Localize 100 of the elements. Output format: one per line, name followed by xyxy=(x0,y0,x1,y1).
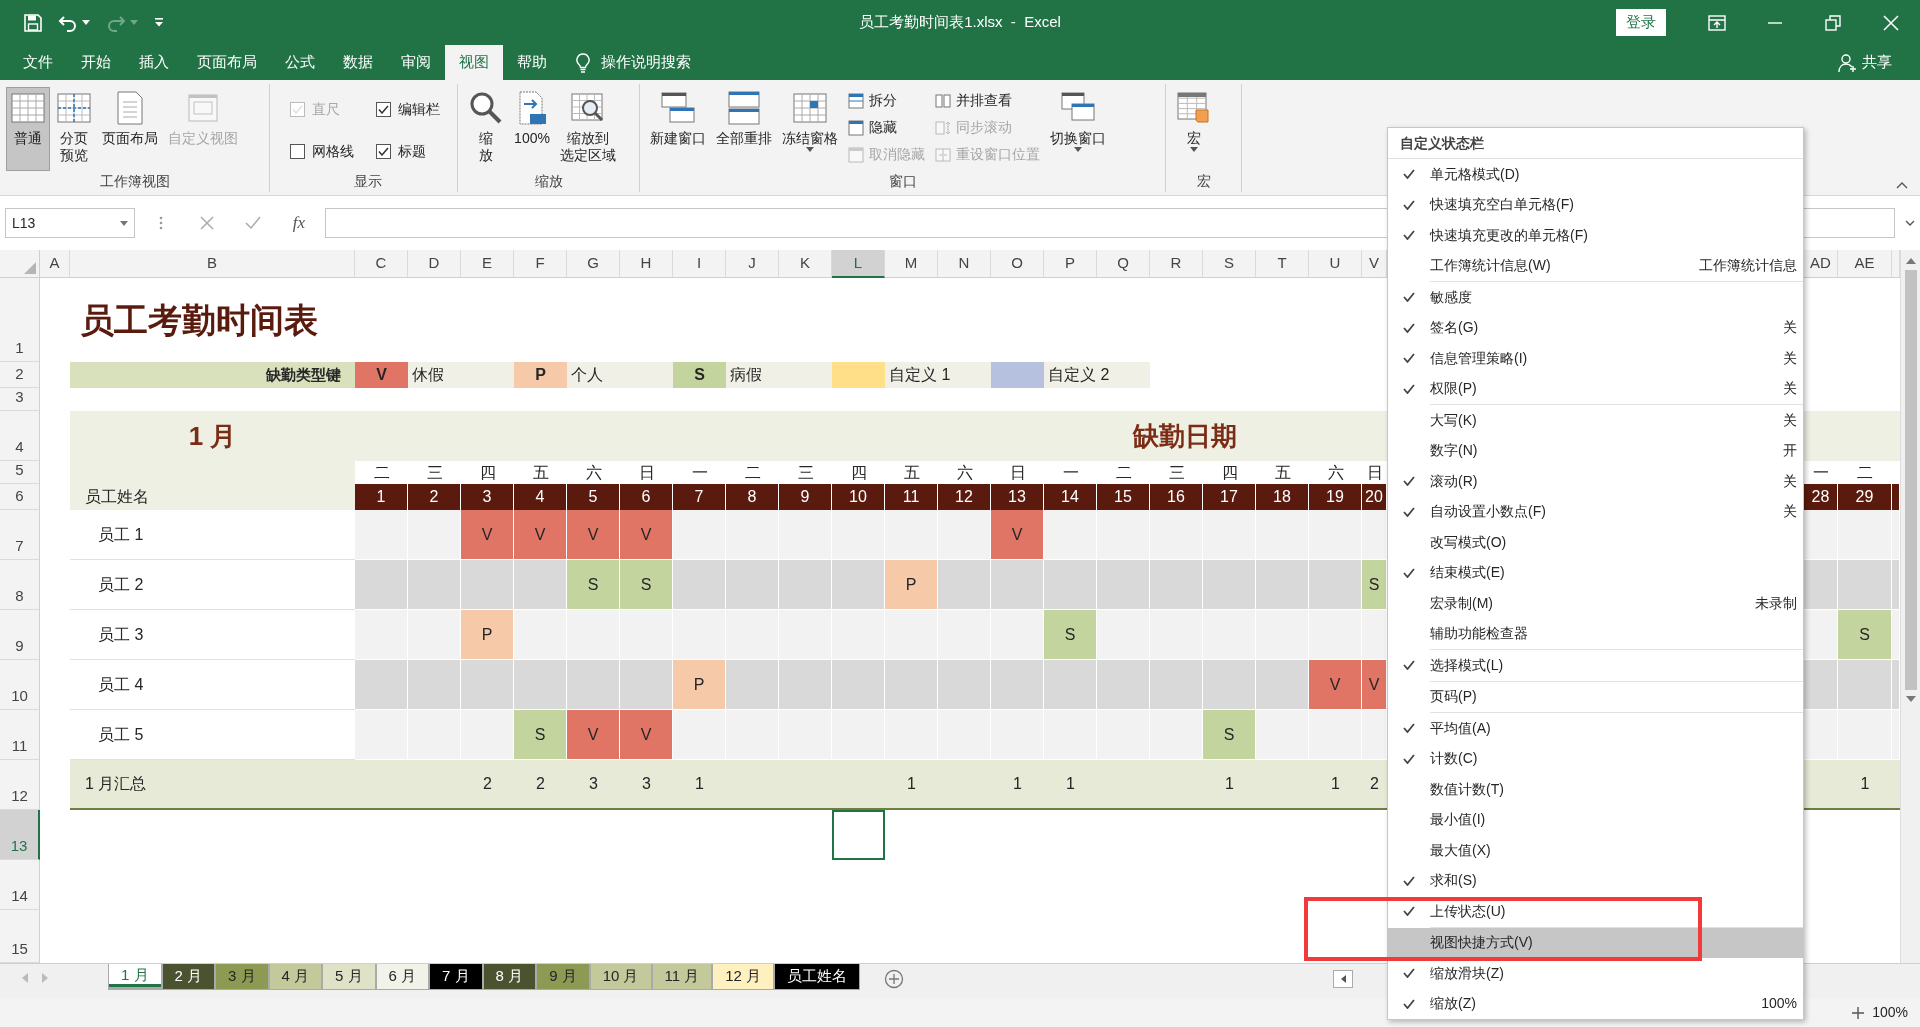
expand-icon[interactable] xyxy=(1905,220,1915,226)
caret-icon[interactable] xyxy=(806,146,814,152)
column-header[interactable]: B xyxy=(70,250,355,278)
column-header[interactable]: Q xyxy=(1097,250,1150,278)
sign-in-button[interactable]: 登录 xyxy=(1616,9,1666,36)
row-header[interactable]: 12 xyxy=(0,760,40,810)
caret-icon[interactable] xyxy=(120,220,128,226)
ribbon-display-icon[interactable] xyxy=(1708,13,1726,32)
menu-item[interactable]: 辅助功能检查器 xyxy=(1388,618,1803,649)
menu-item[interactable]: 结束模式(E) xyxy=(1388,557,1803,588)
sheet-tab[interactable]: 1 月 xyxy=(108,964,162,990)
ribbon-button[interactable]: 分页 预览 xyxy=(52,87,96,171)
ribbon-button[interactable]: 页面布局 xyxy=(98,87,162,171)
ribbon-tab[interactable]: 文件 xyxy=(9,45,67,80)
menu-item[interactable]: 最大值(X) xyxy=(1388,835,1803,866)
menu-item[interactable]: 缩放滑块(Z) xyxy=(1388,958,1803,989)
row-header[interactable]: 13 xyxy=(0,810,40,860)
menu-item[interactable]: 求和(S) xyxy=(1388,865,1803,896)
column-header[interactable]: H xyxy=(620,250,673,278)
row-header[interactable]: 9 xyxy=(0,610,40,660)
menu-item[interactable]: 滚动(R) 关 xyxy=(1388,466,1803,497)
menu-item[interactable]: 宏录制(M) 未录制 xyxy=(1388,588,1803,619)
name-box[interactable]: L13 xyxy=(5,208,135,238)
column-header[interactable]: R xyxy=(1150,250,1203,278)
collapse-icon[interactable] xyxy=(1896,181,1908,189)
sheet-tab[interactable]: 6 月 xyxy=(375,964,430,990)
sheet-tab[interactable]: 10 月 xyxy=(589,964,652,990)
menu-item[interactable]: 敏感度 xyxy=(1388,282,1803,313)
menu-item[interactable]: 数字(N) 开 xyxy=(1388,435,1803,466)
column-header[interactable]: M xyxy=(885,250,938,278)
column-header[interactable]: I xyxy=(673,250,726,278)
zoom-in-icon[interactable] xyxy=(1852,1006,1865,1019)
ribbon-tab[interactable]: 审阅 xyxy=(387,45,445,80)
ribbon-tab[interactable]: 公式 xyxy=(271,45,329,80)
scrollbar-thumb[interactable] xyxy=(1904,270,1917,690)
menu-item[interactable]: 选择模式(L) xyxy=(1388,650,1803,681)
restore-icon[interactable] xyxy=(1824,13,1842,32)
caret-icon[interactable] xyxy=(1074,146,1082,152)
menu-item[interactable]: 工作簿统计信息(W) 工作簿统计信息 xyxy=(1388,250,1803,281)
close-icon[interactable] xyxy=(1882,13,1900,32)
menu-item[interactable]: 权限(P) 关 xyxy=(1388,373,1803,404)
sheet-tab[interactable]: 9 月 xyxy=(536,964,590,990)
save-icon[interactable] xyxy=(24,13,42,32)
row-header[interactable]: 3 xyxy=(0,388,40,411)
column-header[interactable]: K xyxy=(779,250,832,278)
column-header[interactable]: AD xyxy=(1804,250,1838,278)
add-sheet-icon[interactable] xyxy=(884,969,905,990)
caret-icon[interactable] xyxy=(82,20,90,25)
checkbox[interactable]: 网格线 xyxy=(284,131,360,171)
checkbox[interactable]: 标题 xyxy=(370,131,446,171)
sheet-tab[interactable]: 11 月 xyxy=(651,964,713,990)
ribbon-button[interactable]: 宏 xyxy=(1172,87,1216,171)
ribbon-button[interactable]: 隐藏 xyxy=(844,114,929,141)
menu-item[interactable]: 改写模式(O) xyxy=(1388,527,1803,558)
column-header[interactable]: AE xyxy=(1838,250,1892,278)
ribbon-tab[interactable]: 帮助 xyxy=(503,45,561,80)
cell-cursor[interactable] xyxy=(832,810,885,860)
ribbon-button[interactable]: 冻结窗格 xyxy=(778,87,842,171)
column-header[interactable]: J xyxy=(726,250,779,278)
ribbon-tab[interactable]: 页面布局 xyxy=(183,45,271,80)
column-header[interactable]: N xyxy=(938,250,991,278)
menu-item[interactable]: 大写(K) 关 xyxy=(1388,405,1803,436)
scroll-up-icon[interactable] xyxy=(1905,258,1916,264)
menu-item[interactable]: 信息管理策略(I) 关 xyxy=(1388,343,1803,374)
scroll-left-button[interactable] xyxy=(1333,970,1353,988)
share-button[interactable]: 共享 xyxy=(1832,45,1920,80)
ribbon-button[interactable]: 切换窗口 xyxy=(1046,87,1110,171)
menu-item[interactable]: 签名(G) 关 xyxy=(1388,312,1803,343)
row-header[interactable]: 10 xyxy=(0,660,40,710)
checkbox[interactable]: 编辑栏 xyxy=(370,89,446,129)
column-header[interactable]: G xyxy=(567,250,620,278)
sheet-tab[interactable]: 8 月 xyxy=(482,964,537,990)
column-header[interactable]: C xyxy=(355,250,408,278)
column-header[interactable]: S xyxy=(1203,250,1256,278)
ribbon-tab[interactable]: 插入 xyxy=(125,45,183,80)
ribbon-button[interactable]: 全部重排 xyxy=(712,87,776,171)
caret-icon[interactable] xyxy=(1190,146,1198,152)
sheet-tab[interactable]: 5 月 xyxy=(322,964,376,990)
ribbon-button[interactable]: 并排查看 xyxy=(931,87,1044,114)
sheet-tab[interactable]: 7 月 xyxy=(429,964,483,990)
menu-item[interactable]: 单元格模式(D) xyxy=(1388,159,1803,190)
row-header[interactable]: 2 xyxy=(0,362,40,388)
row-header[interactable]: 1 xyxy=(0,278,40,362)
menu-item[interactable]: 数值计数(T) xyxy=(1388,774,1803,805)
customize-icon[interactable] xyxy=(154,18,164,27)
menu-item[interactable]: 最小值(I) xyxy=(1388,804,1803,835)
menu-item[interactable]: 页码(P) xyxy=(1388,681,1803,712)
column-header[interactable]: L xyxy=(832,250,885,278)
menu-item[interactable]: 自动设置小数点(F) 关 xyxy=(1388,496,1803,527)
zoom-level[interactable]: 100% xyxy=(1872,1002,1908,1023)
undo-icon[interactable] xyxy=(58,13,78,32)
ribbon-button[interactable]: 缩放到 选定区域 xyxy=(556,87,620,171)
ribbon-button[interactable]: 缩 放 xyxy=(464,87,508,171)
column-header[interactable]: A xyxy=(40,250,70,278)
sheet-tab[interactable]: 12 月 xyxy=(712,964,775,990)
row-header[interactable]: 7 xyxy=(0,510,40,560)
row-header[interactable]: 6 xyxy=(0,484,40,510)
menu-item[interactable]: 快速填充更改的单元格(F) xyxy=(1388,220,1803,251)
scroll-down-icon[interactable] xyxy=(1905,696,1916,702)
ribbon-button[interactable]: 100% xyxy=(510,87,554,171)
